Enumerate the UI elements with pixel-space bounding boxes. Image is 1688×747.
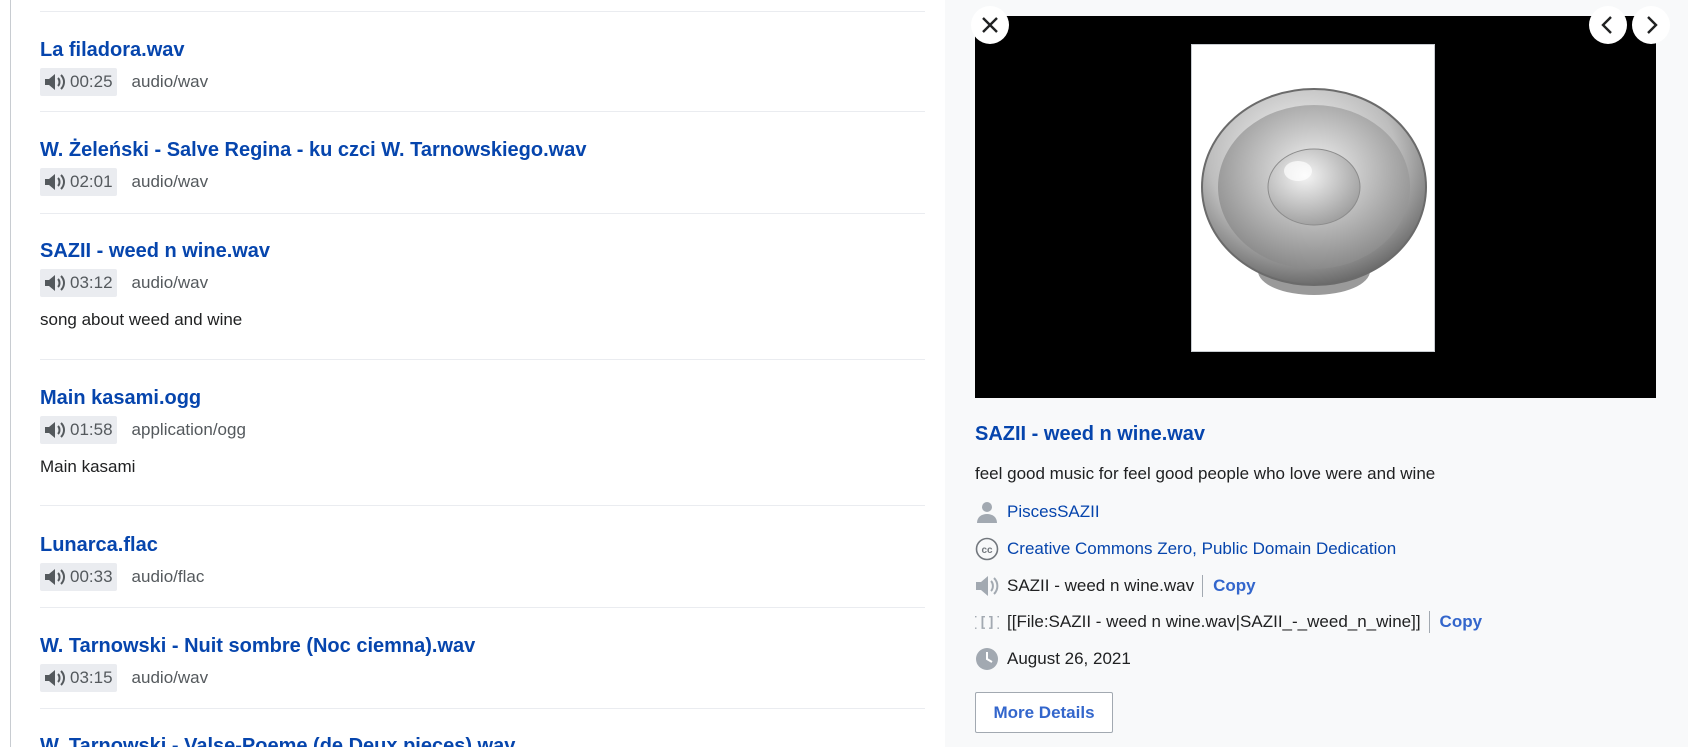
result-item: W. Tarnowski - Valse-Poeme (de Deux piec… [40,734,925,747]
speaker-image [1191,44,1435,352]
result-item: Lunarca.flac 00:33 audio/flac [40,533,925,591]
page-left-border [10,0,11,747]
result-title-link[interactable]: W. Żeleński - Salve Regina - ku czci W. … [40,138,925,162]
mime-type: audio/wav [131,72,209,91]
divider [40,11,925,12]
result-description: Main kasami [40,457,136,476]
date-row: August 26, 2021 [975,645,1131,673]
close-icon [982,17,998,33]
author-row: PiscesSAZII [975,498,1100,526]
chevron-right-icon [1647,16,1658,34]
separator [1428,611,1430,633]
duration-text: 00:25 [70,72,113,91]
duration-badge: 01:58 [40,416,117,444]
file-title-link[interactable]: SAZII - weed n wine.wav [975,423,1205,446]
result-meta: 03:12 audio/wav [40,269,925,297]
cc-license-icon: cc [975,537,999,561]
result-item: SAZII - weed n wine.wav 03:12 audio/wav … [40,239,925,330]
duration-text: 01:58 [70,420,113,439]
result-title-link[interactable]: W. Tarnowski - Nuit sombre (Noc ciemna).… [40,634,925,658]
filename-row: SAZII - weed n wine.wav Copy [975,572,1256,600]
wikitext-text: [[File:SAZII - weed n wine.wav|SAZII_-_w… [1007,612,1421,631]
mime-type: audio/wav [131,172,209,191]
speaker-icon [45,670,65,686]
result-item: Main kasami.ogg 01:58 application/ogg Ma… [40,386,925,477]
file-description: feel good music for feel good people who… [975,464,1436,483]
divider [40,505,925,506]
speaker-icon [976,576,999,596]
result-meta: 00:33 audio/flac [40,563,925,591]
more-details-button[interactable]: More Details [975,692,1113,733]
result-item: W. Żeleński - Salve Regina - ku czci W. … [40,138,925,196]
wikitext-row: [[]] [[File:SAZII - weed n wine.wav|SAZI… [975,608,1482,636]
mime-type: audio/wav [131,273,209,292]
duration-badge: 00:33 [40,563,117,591]
divider [40,359,925,360]
author-link[interactable]: PiscesSAZII [1007,502,1100,522]
result-title-link[interactable]: Main kasami.ogg [40,386,925,410]
divider [40,607,925,608]
result-item: La filadora.wav 00:25 audio/wav [40,38,925,96]
speaker-icon [45,74,65,90]
previous-button[interactable] [1589,6,1627,44]
duration-text: 03:12 [70,273,113,292]
result-description: song about weed and wine [40,310,243,329]
close-button[interactable] [971,6,1009,44]
mime-type: audio/flac [131,567,205,586]
result-title-link[interactable]: W. Tarnowski - Valse-Poeme (de Deux piec… [40,734,925,747]
media-preview[interactable] [975,16,1656,398]
result-title-link[interactable]: SAZII - weed n wine.wav [40,239,925,263]
chevron-left-icon [1601,16,1612,34]
filename-text: SAZII - weed n wine.wav [1007,576,1195,595]
svg-text:[[]]: [[]] [975,615,999,631]
mime-type: audio/wav [131,668,209,687]
divider [40,111,925,112]
result-title-link[interactable]: La filadora.wav [40,38,925,62]
duration-text: 00:33 [70,567,113,586]
duration-badge: 02:01 [40,168,117,196]
search-results-list: La filadora.wav 00:25 audio/wav W. Żeleń… [40,0,925,747]
result-meta: 01:58 application/ogg [40,416,925,444]
result-item: W. Tarnowski - Nuit sombre (Noc ciemna).… [40,634,925,692]
result-meta: 00:25 audio/wav [40,68,925,96]
duration-badge: 03:12 [40,269,117,297]
speaker-icon [45,174,65,190]
duration-text: 02:01 [70,172,113,191]
speaker-icon [45,422,65,438]
result-title-link[interactable]: Lunarca.flac [40,533,925,557]
speaker-icon [45,569,65,585]
copy-wikitext-button[interactable]: Copy [1440,612,1483,632]
divider [40,213,925,214]
copy-filename-button[interactable]: Copy [1213,576,1256,596]
user-icon [977,502,997,523]
duration-badge: 03:15 [40,664,117,692]
svg-text:cc: cc [981,545,993,556]
license-link[interactable]: Creative Commons Zero, Public Domain Ded… [1007,539,1396,559]
license-row: cc Creative Commons Zero, Public Domain … [975,535,1396,563]
duration-text: 03:15 [70,668,113,687]
duration-badge: 00:25 [40,68,117,96]
next-button[interactable] [1632,6,1670,44]
date-text: August 26, 2021 [1007,649,1131,668]
mime-type: application/ogg [131,420,246,439]
divider [40,708,925,709]
wikitext-brackets-icon: [[]] [975,615,999,631]
speaker-icon [45,275,65,291]
result-meta: 03:15 audio/wav [40,664,925,692]
file-detail-panel: SAZII - weed n wine.wav feel good music … [945,0,1688,747]
result-meta: 02:01 audio/wav [40,168,925,196]
clock-icon [976,648,998,670]
separator [1202,575,1204,597]
